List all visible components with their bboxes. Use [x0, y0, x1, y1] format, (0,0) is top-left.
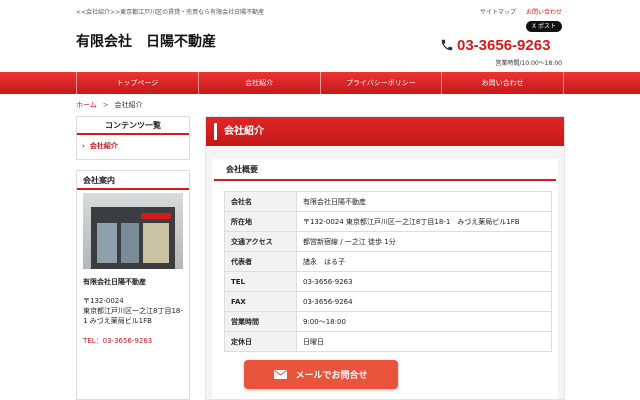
row-value: 諸永 はる子 — [296, 251, 552, 272]
phone-number: 03-3656-9263 — [457, 36, 551, 54]
row-value: 03-3656-9264 — [296, 291, 552, 312]
sitemap-link[interactable]: サイトマップ — [480, 9, 516, 16]
table-row: 交通アクセス 都営新宿線 / 一之江 徒歩 1分 — [224, 231, 552, 252]
nav-privacy[interactable]: プライバシーポリシー — [321, 72, 443, 94]
header-phone[interactable]: 03-3656-9263 — [440, 36, 550, 54]
main-content: 会社紹介 会社概要 会社名 有限会社日陽不動産 所在地 〒132-0024 東京都江… — [205, 116, 565, 400]
row-label: 定休日 — [224, 331, 297, 352]
row-value: 03-3656-9263 — [296, 271, 552, 292]
sidebar-postal: 〒132-0024 — [83, 297, 124, 305]
row-label: 交通アクセス — [224, 231, 297, 252]
contents-list: コンテンツ一覧 会社紹介 — [76, 116, 190, 160]
row-label: TEL — [224, 271, 297, 292]
business-hours: 営業時間/10:00～18:00 — [495, 60, 562, 67]
mail-button-label: メールでお問合せ — [295, 371, 368, 381]
sidebar-tel[interactable]: TEL：03-3656-9263 — [77, 326, 189, 346]
nav-contact[interactable]: お問い合わせ — [442, 72, 564, 94]
table-row: TEL 03-3656-9263 — [224, 271, 552, 292]
table-row: 会社名 有限会社日陽不動産 — [224, 191, 552, 212]
nav-company[interactable]: 会社紹介 — [199, 72, 321, 94]
row-value: 都営新宿線 / 一之江 徒歩 1分 — [296, 231, 552, 252]
page-title: 会社紹介 — [206, 117, 564, 146]
x-post-button[interactable]: X ポスト — [526, 21, 562, 32]
breadcrumb-separator: > — [102, 101, 109, 109]
row-label: 代表者 — [224, 251, 297, 272]
mail-icon — [274, 370, 288, 379]
row-value: 〒132-0024 東京都江戸川区一之江8丁目18-1 みづえ薬局ビル1FB — [296, 211, 552, 232]
row-label: 所在地 — [224, 211, 297, 232]
row-label: 会社名 — [224, 191, 297, 212]
row-value: 9:00～18:00 — [296, 311, 552, 332]
global-nav: トップページ 会社紹介 プライバシーポリシー お問い合わせ — [0, 72, 640, 94]
row-value: 有限会社日陽不動産 — [296, 191, 552, 212]
breadcrumb: ホーム > 会社紹介 — [76, 100, 143, 110]
nav-top[interactable]: トップページ — [77, 72, 199, 94]
company-info-title: 会社案内 — [77, 171, 189, 190]
table-row: 営業時間 9:00～18:00 — [224, 311, 552, 332]
table-row: FAX 03-3656-9264 — [224, 291, 552, 312]
site-tagline: <<会社紹介>>東京都江戸川区の賃貸・売買なら有限会社日陽不動産 — [76, 9, 265, 16]
company-logo-text[interactable]: 有限会社 日陽不動産 — [76, 31, 216, 51]
mail-contact-button[interactable]: メールでお問合せ — [244, 360, 398, 389]
table-row: 定休日 日曜日 — [224, 331, 552, 352]
company-table: 会社名 有限会社日陽不動産 所在地 〒132-0024 東京都江戸川区一之江8丁目1… — [224, 191, 552, 352]
table-row: 所在地 〒132-0024 東京都江戸川区一之江8丁目18-1 みづえ薬局ビル1F… — [224, 211, 552, 232]
table-row: 代表者 諸永 はる子 — [224, 251, 552, 272]
sidebar-address: 〒132-0024 東京都江戸川区一之江8丁目18-1 みづえ薬局ビル1FB — [77, 287, 189, 326]
section-heading: 会社概要 — [214, 159, 556, 181]
contact-link[interactable]: お問い合わせ — [526, 9, 562, 16]
row-value: 日曜日 — [296, 331, 552, 352]
row-label: 営業時間 — [224, 311, 297, 332]
sidebar-company-name: 有限会社日陽不動産 — [83, 278, 146, 286]
row-label: FAX — [224, 291, 297, 312]
storefront-photo — [83, 193, 183, 269]
phone-icon — [441, 39, 453, 51]
top-links: サイトマップ お問い合わせ — [472, 7, 562, 16]
breadcrumb-current: 会社紹介 — [114, 101, 143, 109]
contents-title: コンテンツ一覧 — [77, 117, 189, 135]
page: <<会社紹介>>東京都江戸川区の賃貸・売買なら有限会社日陽不動産 有限会社 日陽… — [0, 0, 640, 400]
sidebar-street: 東京都江戸川区一之江8丁目18-1 みづえ薬局ビル1FB — [83, 307, 183, 325]
company-info-box: 会社案内 有限会社日陽不動産 〒132-0024 東京都江戸川区一之江8丁目18… — [76, 170, 190, 400]
contents-item-company[interactable]: 会社紹介 — [77, 135, 189, 151]
breadcrumb-home[interactable]: ホーム — [76, 101, 97, 109]
